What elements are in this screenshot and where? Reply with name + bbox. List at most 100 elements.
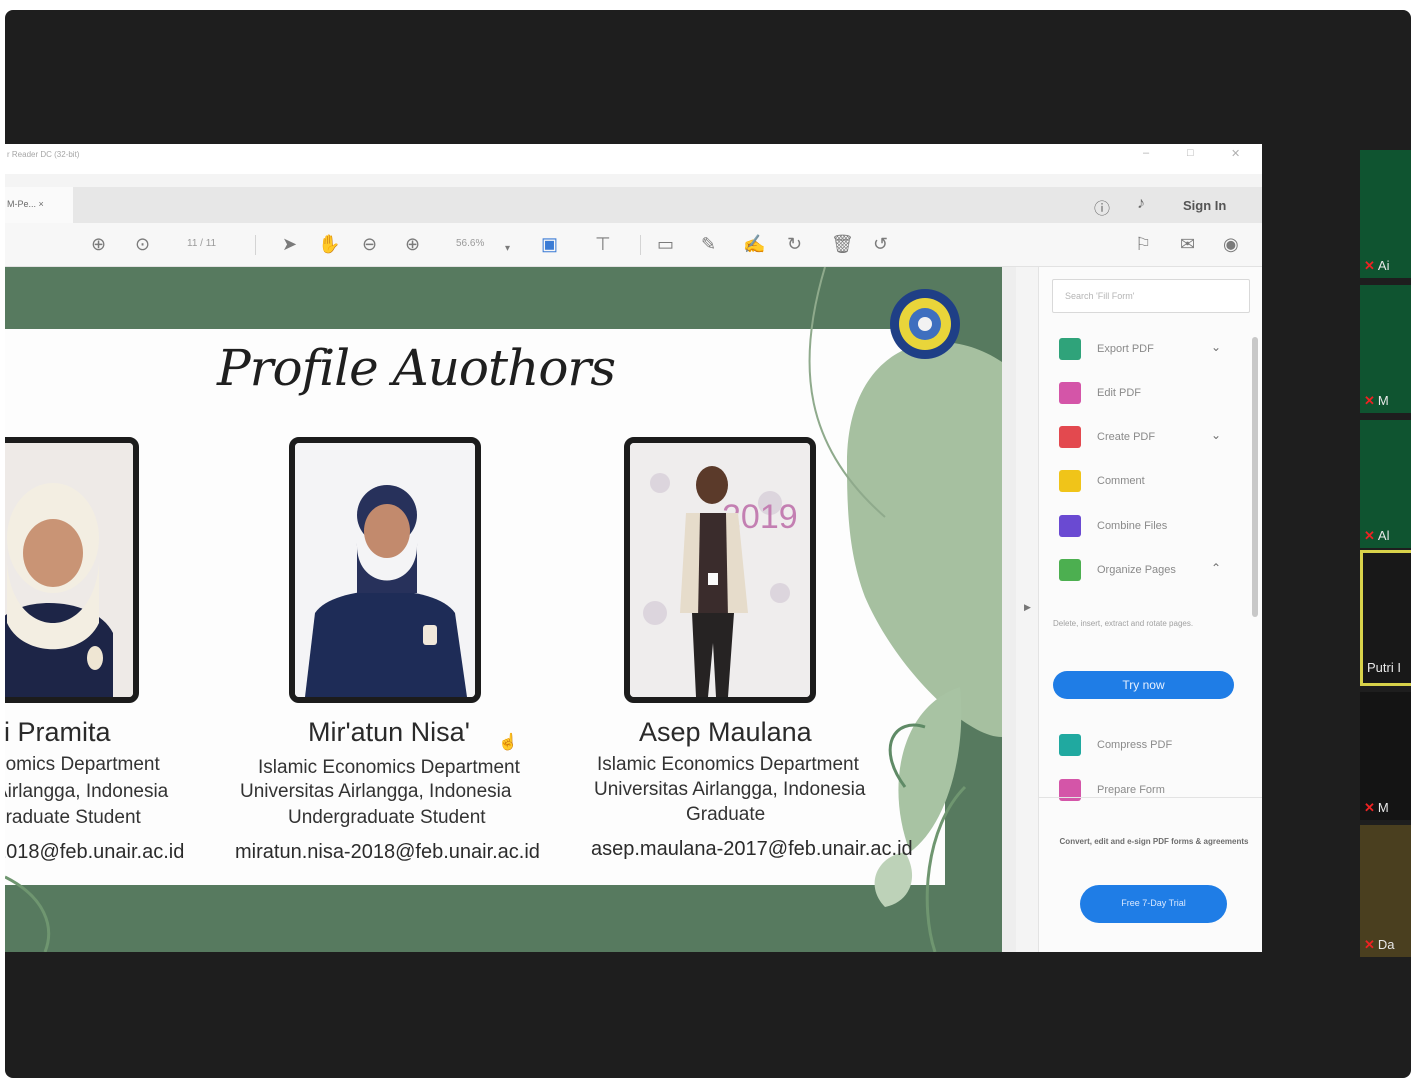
participant-name: Putri I bbox=[1367, 660, 1401, 675]
participant-tile-3[interactable]: ✕ Al bbox=[1360, 420, 1411, 548]
pen-icon[interactable]: ✎ bbox=[701, 234, 716, 254]
chevron-down-icon[interactable]: ⌄ bbox=[1211, 340, 1221, 354]
free-trial-button[interactable]: Free 7-Day Trial bbox=[1080, 885, 1227, 923]
tool-combine-files[interactable]: Combine Files bbox=[1059, 515, 1229, 541]
author-name-1: ri Pramita bbox=[5, 717, 111, 747]
meeting-screen: r Reader DC (32-bit) – □ ✕ M-Pe... × ⓘ ♪… bbox=[5, 10, 1411, 1078]
participant-name: Da bbox=[1377, 937, 1395, 952]
mail-icon[interactable]: ✉ bbox=[1180, 234, 1195, 254]
author-photo-2 bbox=[289, 437, 481, 703]
tool-create-pdf[interactable]: Create PDF ⌄ bbox=[1059, 426, 1229, 452]
undo-icon[interactable]: ↺ bbox=[873, 234, 888, 254]
combine-files-icon bbox=[1059, 515, 1081, 537]
participant-tile-2[interactable]: ✕ M bbox=[1360, 285, 1411, 413]
document-tab[interactable]: M-Pe... × bbox=[5, 187, 73, 223]
participant-name: M bbox=[1377, 393, 1389, 408]
cursor-icon[interactable]: ➤ bbox=[282, 234, 297, 254]
tool-edit-pdf[interactable]: Edit PDF bbox=[1059, 382, 1229, 408]
author-university-1: Airlangga, Indonesia bbox=[5, 781, 169, 802]
trash-icon[interactable]: 🗑 bbox=[831, 234, 854, 254]
comment-icon[interactable]: ▭ bbox=[657, 234, 674, 254]
page-indicator[interactable]: 11 / 11 bbox=[187, 238, 216, 249]
muted-mic-icon: ✕ bbox=[1364, 937, 1375, 952]
author-email-2: miratun.nisa-2018@feb.unair.ac.id bbox=[235, 841, 540, 863]
tool-label: Compress PDF bbox=[1097, 739, 1173, 751]
tools-pane: Search 'Fill Form' Export PDF ⌄ Edit PDF… bbox=[1038, 267, 1262, 952]
sign-icon[interactable]: ✍ bbox=[743, 234, 765, 254]
bell-icon[interactable]: ♪ bbox=[1137, 195, 1145, 213]
organize-pages-icon bbox=[1059, 559, 1081, 581]
author-university-3: Universitas Airlangga, Indonesia bbox=[594, 779, 866, 800]
author-department-2: Islamic Economics Department bbox=[258, 757, 520, 778]
author-university-2: Universitas Airlangga, Indonesia bbox=[240, 781, 512, 802]
share-icon[interactable]: ⚐ bbox=[1135, 234, 1151, 254]
window-title: r Reader DC (32-bit) bbox=[7, 150, 80, 159]
participant-tile-active[interactable]: Putri I bbox=[1360, 550, 1411, 686]
page-scrollbar[interactable] bbox=[1002, 267, 1016, 952]
export-pdf-icon bbox=[1059, 338, 1081, 360]
help-icon[interactable]: ⓘ bbox=[1094, 195, 1110, 219]
compress-pdf-icon bbox=[1059, 734, 1081, 756]
pdf-reader-window: r Reader DC (32-bit) – □ ✕ M-Pe... × ⓘ ♪… bbox=[5, 144, 1262, 952]
close-icon[interactable]: ✕ bbox=[1231, 147, 1240, 160]
fit-page-icon[interactable]: ▣ bbox=[541, 234, 558, 254]
tool-label: Export PDF bbox=[1097, 343, 1154, 355]
tool-organize-pages[interactable]: Organize Pages ⌃ bbox=[1059, 559, 1229, 585]
participant-tile-6[interactable]: ✕ Da bbox=[1360, 825, 1411, 957]
author-email-1: 2018@feb.unair.ac.id bbox=[5, 841, 185, 863]
tab-bar: M-Pe... × ⓘ ♪ Sign In bbox=[5, 187, 1262, 223]
maximize-icon[interactable]: □ bbox=[1187, 147, 1194, 159]
rotate-icon[interactable]: ↻ bbox=[787, 234, 802, 254]
participant-name: Ai bbox=[1377, 258, 1390, 273]
hand-icon[interactable]: ✋ bbox=[318, 234, 340, 254]
author-department-1: nomics Department bbox=[5, 754, 160, 775]
author-name-2: Mir'atun Nisa' bbox=[308, 717, 470, 747]
tool-label: Create PDF bbox=[1097, 431, 1156, 443]
muted-mic-icon: ✕ bbox=[1364, 800, 1375, 815]
zoom-in-icon[interactable]: ⊕ bbox=[405, 234, 420, 254]
pane-divider bbox=[1039, 797, 1262, 798]
try-now-button[interactable]: Try now bbox=[1053, 671, 1234, 699]
tool-comment[interactable]: Comment bbox=[1059, 470, 1229, 496]
hand-cursor-icon: ☝ bbox=[498, 734, 518, 751]
tools-search-input[interactable]: Search 'Fill Form' bbox=[1052, 279, 1250, 313]
collapse-pane-icon[interactable]: ▶ bbox=[1024, 602, 1031, 613]
slide-page: Profile Auothors ri Pramita nomics Depar… bbox=[5, 267, 1002, 952]
participant-name: Al bbox=[1377, 528, 1390, 543]
tool-label: Organize Pages bbox=[1097, 564, 1176, 576]
participant-tile-1[interactable]: ✕ Ai bbox=[1360, 150, 1411, 278]
tool-export-pdf[interactable]: Export PDF ⌄ bbox=[1059, 338, 1229, 364]
edit-pdf-icon bbox=[1059, 382, 1081, 404]
author-photo-3: 2019 bbox=[624, 437, 816, 703]
muted-mic-icon: ✕ bbox=[1364, 258, 1375, 273]
tool-compress-pdf[interactable]: Compress PDF bbox=[1059, 734, 1229, 760]
muted-mic-icon: ✕ bbox=[1364, 528, 1375, 543]
tool-prepare-form[interactable]: Prepare Form bbox=[1059, 779, 1229, 805]
participant-tile-5[interactable]: ✕ M bbox=[1360, 692, 1411, 820]
author-status-2: Undergraduate Student bbox=[288, 807, 486, 828]
page-down-icon[interactable]: ⊙ bbox=[135, 234, 150, 254]
comment-tool-icon bbox=[1059, 470, 1081, 492]
zoom-out-icon[interactable]: ⊖ bbox=[362, 234, 377, 254]
toolbar: ⊕ ⊙ 11 / 11 ➤ ✋ ⊖ ⊕ 56.6% ▾ ▣ ⊤ ▭ ✎ ✍ ↻ … bbox=[5, 223, 1262, 267]
slide-title: Profile Auothors bbox=[217, 339, 616, 397]
author-status-1: graduate Student bbox=[5, 807, 141, 828]
chevron-up-icon[interactable]: ⌃ bbox=[1211, 561, 1221, 575]
zoom-dropdown-icon[interactable]: ▾ bbox=[505, 239, 510, 259]
promo-text: Convert, edit and e-sign PDF forms & agr… bbox=[1059, 837, 1249, 846]
highlight-icon[interactable]: ⊤ bbox=[595, 234, 611, 254]
minimize-icon[interactable]: – bbox=[1143, 147, 1149, 159]
account-icon[interactable]: ◉ bbox=[1223, 234, 1239, 254]
tools-scrollbar[interactable] bbox=[1252, 337, 1258, 617]
chevron-down-icon[interactable]: ⌄ bbox=[1211, 428, 1221, 442]
page-up-icon[interactable]: ⊕ bbox=[91, 234, 106, 254]
tool-label: Edit PDF bbox=[1097, 387, 1142, 399]
author-email-3: asep.maulana-2017@feb.unair.ac.id bbox=[591, 838, 913, 860]
tool-label: Combine Files bbox=[1097, 520, 1168, 532]
muted-mic-icon: ✕ bbox=[1364, 393, 1375, 408]
sign-in-button[interactable]: Sign In bbox=[1183, 198, 1226, 213]
organize-description: Delete, insert, extract and rotate pages… bbox=[1053, 619, 1194, 628]
create-pdf-icon bbox=[1059, 426, 1081, 448]
zoom-level[interactable]: 56.6% bbox=[456, 238, 484, 249]
participant-name: M bbox=[1377, 800, 1389, 815]
